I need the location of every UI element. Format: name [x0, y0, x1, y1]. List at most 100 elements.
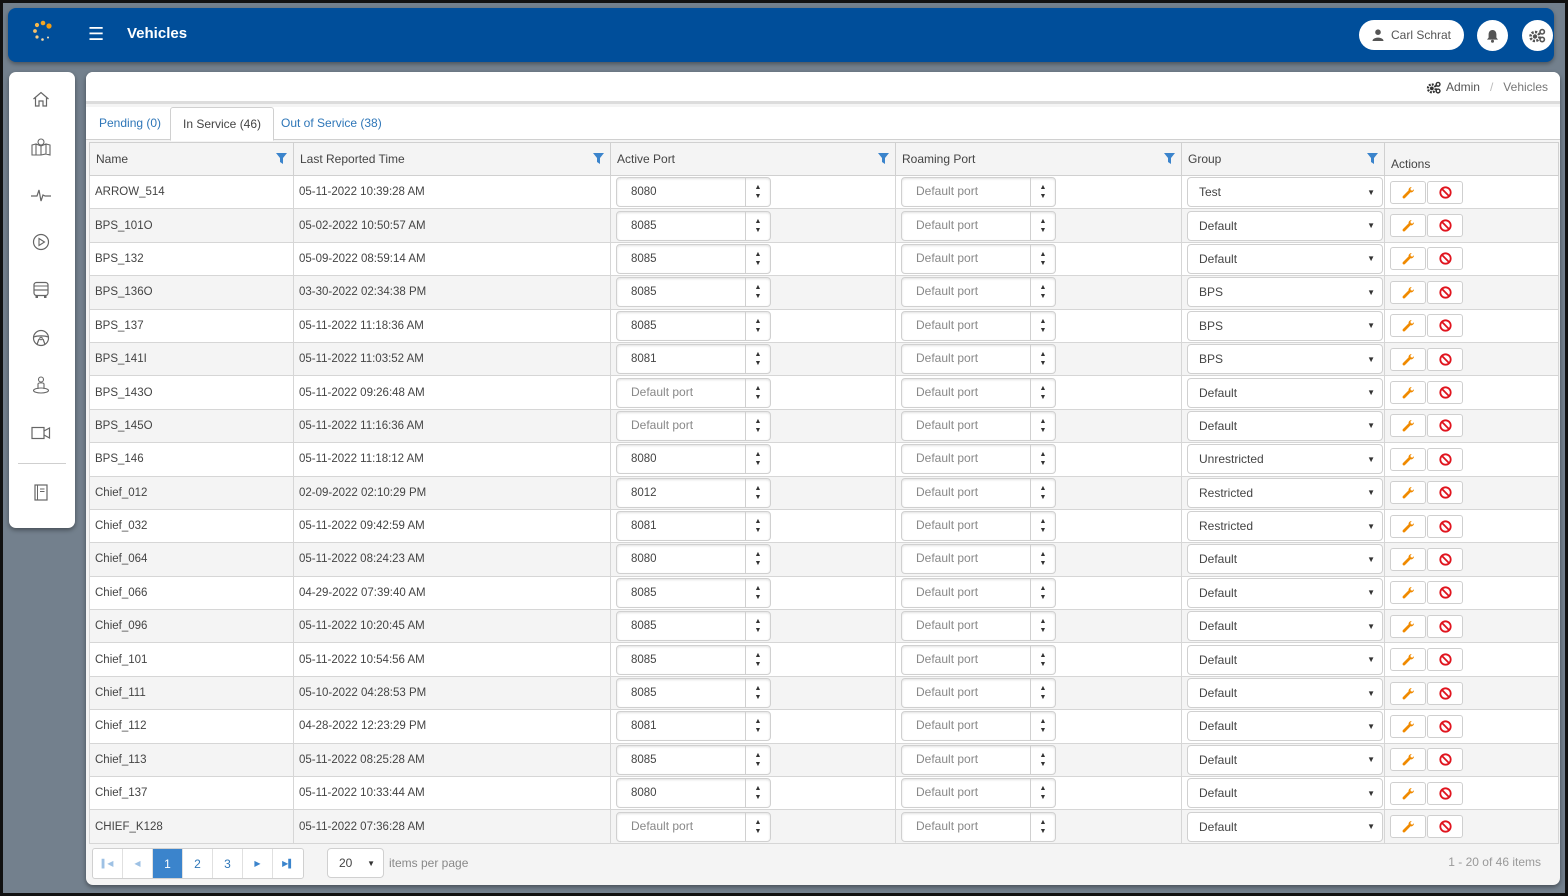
table-row[interactable]: Chief_06604-29-2022 07:39:40 AM▲▼▲▼Defau…	[89, 575, 1559, 611]
decrement-icon[interactable]: ▼	[755, 393, 762, 402]
roaming-port-input[interactable]	[902, 478, 1030, 507]
group-select[interactable]: Default ▼	[1187, 544, 1383, 575]
stepper-arrows[interactable]: ▲ ▼	[1030, 311, 1055, 340]
increment-icon[interactable]: ▲	[755, 283, 762, 292]
active-port-input[interactable]	[617, 378, 745, 407]
roaming-port-input[interactable]	[902, 645, 1030, 674]
group-select[interactable]: Default ▼	[1187, 744, 1383, 775]
edit-vehicle-button[interactable]	[1390, 748, 1426, 772]
sidebar-item-vehicles[interactable]	[30, 279, 52, 301]
first-page-button[interactable]: ▌◀	[93, 849, 123, 878]
stepper-arrows[interactable]: ▲ ▼	[1030, 612, 1055, 641]
stepper-arrows[interactable]: ▲ ▼	[1030, 411, 1055, 440]
notifications-button[interactable]	[1477, 20, 1508, 51]
group-select[interactable]: BPS ▼	[1187, 277, 1383, 308]
edit-vehicle-button[interactable]	[1390, 547, 1426, 571]
active-port-input[interactable]	[617, 244, 745, 273]
active-port-input[interactable]	[617, 745, 745, 774]
decrement-icon[interactable]: ▼	[755, 459, 762, 468]
stepper-arrows[interactable]: ▲ ▼	[1030, 545, 1055, 574]
increment-icon[interactable]: ▲	[755, 183, 762, 192]
stepper-arrows[interactable]: ▲ ▼	[745, 512, 770, 541]
group-select[interactable]: Default ▼	[1187, 577, 1383, 608]
filter-icon[interactable]	[878, 153, 889, 164]
increment-icon[interactable]: ▲	[1040, 684, 1047, 693]
decrement-icon[interactable]: ▼	[1040, 192, 1047, 201]
group-select[interactable]: Default ▼	[1187, 210, 1383, 241]
group-select[interactable]: Restricted ▼	[1187, 511, 1383, 542]
active-port-input[interactable]	[617, 512, 745, 541]
next-page-button[interactable]: ▶	[243, 849, 273, 878]
roaming-port-input[interactable]	[902, 178, 1030, 207]
increment-icon[interactable]: ▲	[1040, 517, 1047, 526]
prev-page-button[interactable]: ◀	[123, 849, 153, 878]
decrement-icon[interactable]: ▼	[755, 760, 762, 769]
decrement-icon[interactable]: ▼	[755, 493, 762, 502]
tab-out-of-service[interactable]: Out of Service (38)	[269, 107, 394, 140]
disable-vehicle-button[interactable]	[1427, 214, 1463, 238]
stepper-arrows[interactable]: ▲ ▼	[745, 478, 770, 507]
decrement-icon[interactable]: ▼	[1040, 459, 1047, 468]
roaming-port-input[interactable]	[902, 411, 1030, 440]
increment-icon[interactable]: ▲	[1040, 283, 1047, 292]
decrement-icon[interactable]: ▼	[1040, 793, 1047, 802]
decrement-icon[interactable]: ▼	[755, 426, 762, 435]
edit-vehicle-button[interactable]	[1390, 381, 1426, 405]
decrement-icon[interactable]: ▼	[1040, 393, 1047, 402]
decrement-icon[interactable]: ▼	[1040, 526, 1047, 535]
decrement-icon[interactable]: ▼	[1040, 326, 1047, 335]
table-row[interactable]: Chief_11204-28-2022 12:23:29 PM▲▼▲▼Defau…	[89, 709, 1559, 744]
increment-icon[interactable]: ▲	[755, 550, 762, 559]
table-row[interactable]: Chief_09605-11-2022 10:20:45 AM▲▼▲▼Defau…	[89, 609, 1559, 644]
increment-icon[interactable]: ▲	[755, 217, 762, 226]
breadcrumb-admin-link[interactable]: Admin	[1446, 80, 1480, 94]
edit-vehicle-button[interactable]	[1390, 414, 1426, 438]
disable-vehicle-button[interactable]	[1427, 180, 1463, 204]
table-row[interactable]: BPS_14605-11-2022 11:18:12 AM▲▼▲▼Unrestr…	[89, 442, 1559, 477]
sidebar-item-video[interactable]	[30, 422, 52, 444]
edit-vehicle-button[interactable]	[1390, 581, 1426, 605]
page-button-3[interactable]: 3	[213, 849, 243, 878]
decrement-icon[interactable]: ▼	[1040, 660, 1047, 669]
sidebar-item-activity[interactable]	[30, 184, 52, 206]
table-row[interactable]: Chief_03205-11-2022 09:42:59 AM▲▼▲▼Restr…	[89, 508, 1559, 544]
increment-icon[interactable]: ▲	[1040, 250, 1047, 259]
active-port-input[interactable]	[617, 311, 745, 340]
stepper-arrows[interactable]: ▲ ▼	[1030, 378, 1055, 407]
sidebar-item-locations[interactable]	[30, 374, 52, 396]
column-header-roaming-port[interactable]: Roaming Port	[895, 142, 1182, 176]
roaming-port-input[interactable]	[902, 278, 1030, 307]
stepper-arrows[interactable]: ▲ ▼	[745, 178, 770, 207]
increment-icon[interactable]: ▲	[755, 250, 762, 259]
disable-vehicle-button[interactable]	[1427, 481, 1463, 505]
sidebar-item-reports[interactable]	[30, 482, 52, 504]
increment-icon[interactable]: ▲	[755, 317, 762, 326]
increment-icon[interactable]: ▲	[1040, 584, 1047, 593]
active-port-input[interactable]	[617, 645, 745, 674]
sidebar-item-playback[interactable]	[30, 231, 52, 253]
roaming-port-input[interactable]	[902, 445, 1030, 474]
decrement-icon[interactable]: ▼	[1040, 559, 1047, 568]
stepper-arrows[interactable]: ▲ ▼	[745, 545, 770, 574]
increment-icon[interactable]: ▲	[1040, 784, 1047, 793]
active-port-input[interactable]	[617, 445, 745, 474]
edit-vehicle-button[interactable]	[1390, 781, 1426, 805]
table-row[interactable]: CHIEF_K12805-11-2022 07:36:28 AM▲▼▲▼Defa…	[89, 809, 1559, 844]
group-select[interactable]: Default ▼	[1187, 711, 1383, 742]
disable-vehicle-button[interactable]	[1427, 447, 1463, 471]
filter-icon[interactable]	[1367, 153, 1378, 164]
active-port-input[interactable]	[617, 178, 745, 207]
increment-icon[interactable]: ▲	[755, 384, 762, 393]
group-select[interactable]: BPS ▼	[1187, 310, 1383, 341]
stepper-arrows[interactable]: ▲ ▼	[745, 745, 770, 774]
edit-vehicle-button[interactable]	[1390, 614, 1426, 638]
increment-icon[interactable]: ▲	[1040, 450, 1047, 459]
increment-icon[interactable]: ▲	[755, 417, 762, 426]
disable-vehicle-button[interactable]	[1427, 414, 1463, 438]
decrement-icon[interactable]: ▼	[1040, 693, 1047, 702]
roaming-port-input[interactable]	[902, 779, 1030, 808]
column-header-group[interactable]: Group	[1181, 142, 1385, 176]
decrement-icon[interactable]: ▼	[1040, 493, 1047, 502]
sidebar-item-drivers[interactable]	[30, 327, 52, 349]
stepper-arrows[interactable]: ▲ ▼	[1030, 211, 1055, 240]
